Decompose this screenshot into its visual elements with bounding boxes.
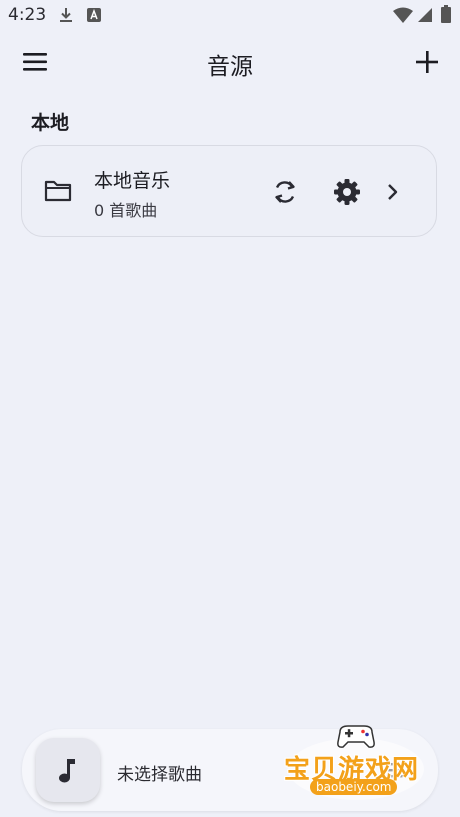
plus-icon (416, 51, 438, 73)
section-title-local: 本地 (31, 112, 70, 134)
signal-icon (418, 8, 432, 22)
open-source-button[interactable] (382, 180, 404, 208)
sync-icon (275, 181, 295, 203)
status-bar: 4:23 (0, 0, 460, 32)
keyboard-app-icon (87, 8, 101, 22)
song-count: 0 首歌曲 (94, 201, 158, 220)
download-icon (60, 8, 72, 22)
status-time: 4:23 (8, 5, 47, 25)
now-playing-text: 未选择歌曲 (117, 765, 202, 785)
gear-icon (334, 179, 360, 205)
wifi-icon (393, 7, 413, 23)
watermark-url: baobeiy.com (310, 779, 398, 795)
local-source-card[interactable]: 本地音乐 0 首歌曲 (21, 145, 437, 237)
battery-icon (441, 5, 451, 23)
folder-icon (44, 180, 72, 202)
gamepad-logo-icon (337, 725, 375, 748)
source-name: 本地音乐 (94, 170, 171, 192)
refresh-button[interactable] (271, 178, 299, 210)
settings-button[interactable] (332, 177, 362, 211)
chevron-right-icon (388, 184, 398, 200)
app-bar: 音源 (0, 36, 460, 88)
add-source-button[interactable] (410, 45, 444, 79)
album-cover[interactable] (36, 738, 100, 802)
page-title: 音源 (207, 54, 253, 80)
music-note-icon (59, 759, 75, 783)
watermark: 宝贝游戏网 baobeiy.com (282, 722, 432, 814)
